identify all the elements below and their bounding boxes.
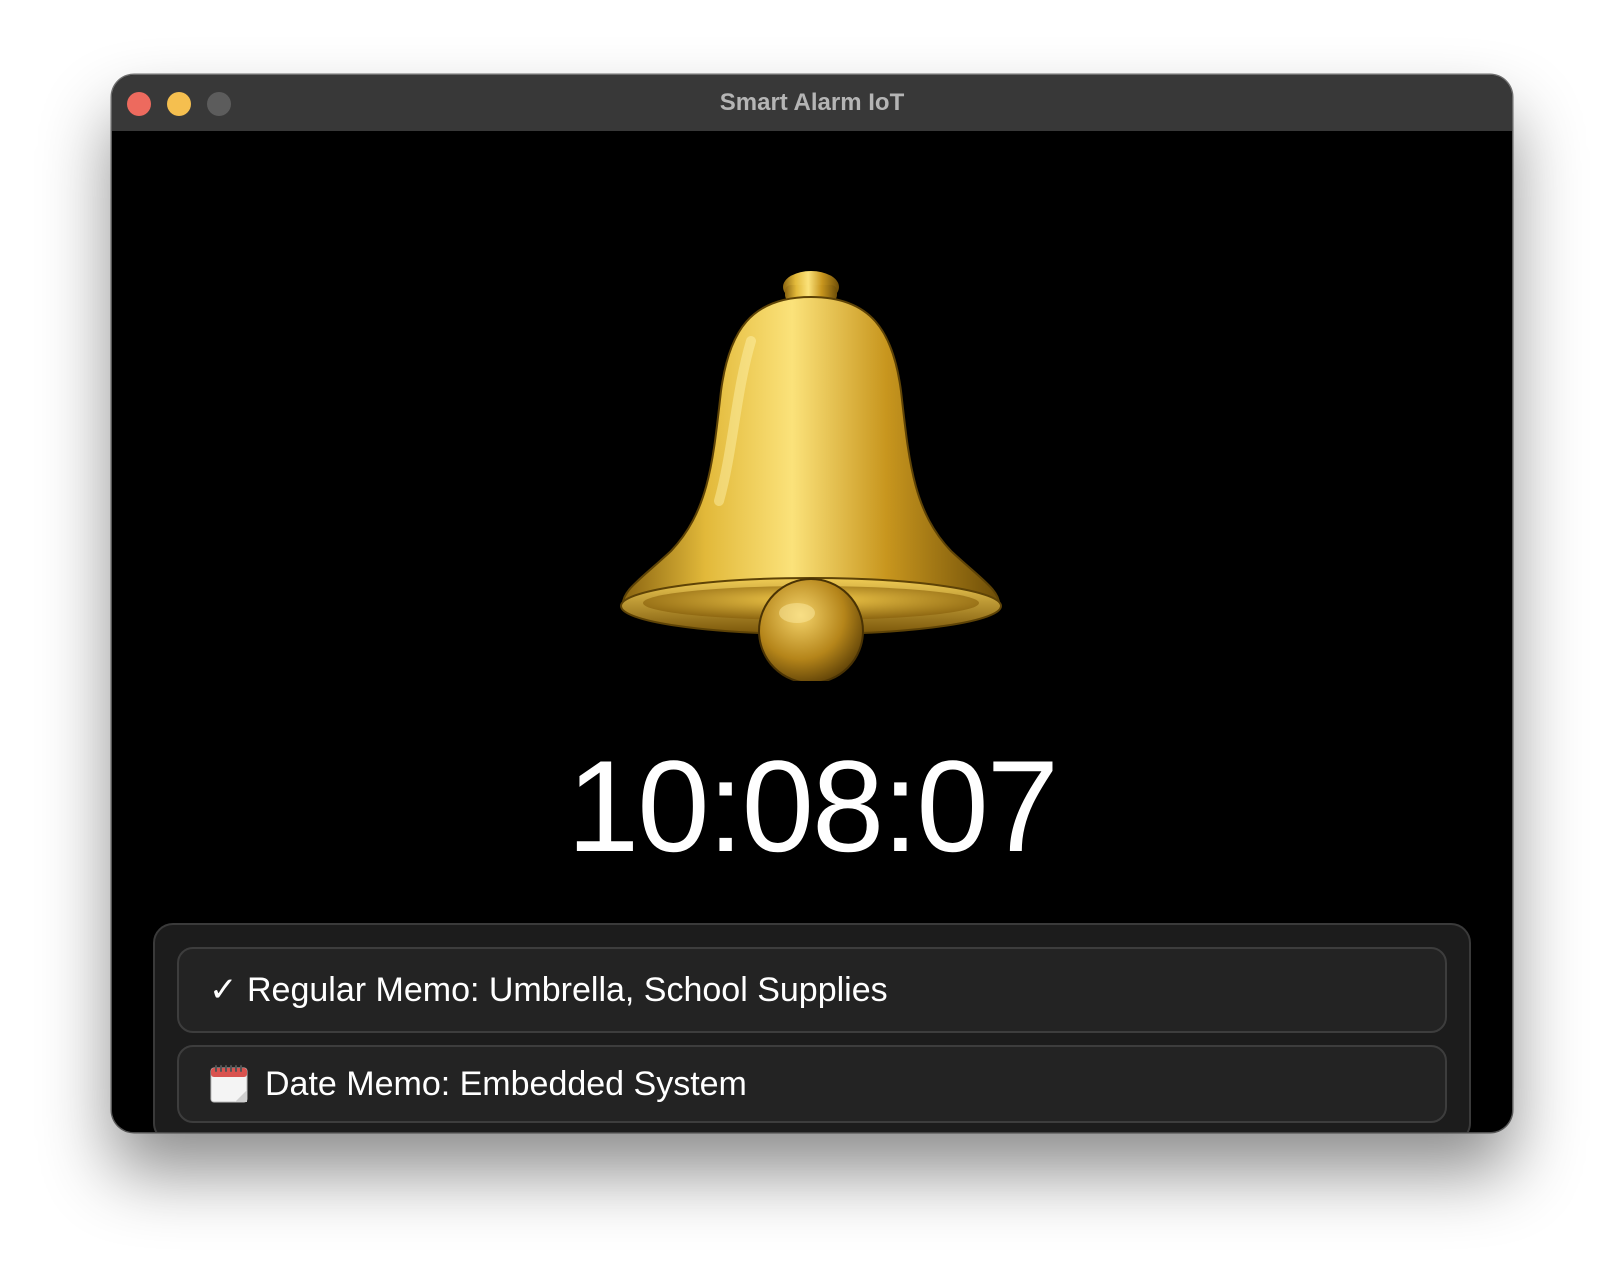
regular-memo-row[interactable]: ✓ Regular Memo: Umbrella, School Supplie… bbox=[177, 947, 1447, 1033]
app-window: Smart Alarm IoT 10:08:07 ✓ Regular Memo:… bbox=[112, 75, 1512, 1132]
memo-panel: ✓ Regular Memo: Umbrella, School Supplie… bbox=[153, 923, 1471, 1132]
calendar-icon bbox=[210, 1065, 248, 1103]
date-memo-row[interactable]: Date Memo: Embedded System bbox=[177, 1045, 1447, 1123]
bell-icon bbox=[620, 271, 1002, 681]
date-memo-text: Date Memo: Embedded System bbox=[265, 1064, 747, 1103]
main-content: 10:08:07 ✓ Regular Memo: Umbrella, Schoo… bbox=[112, 131, 1512, 1132]
checkmark-icon: ✓ bbox=[209, 971, 238, 1009]
title-bar[interactable]: Smart Alarm IoT bbox=[112, 75, 1512, 132]
window-title: Smart Alarm IoT bbox=[719, 89, 905, 116]
regular-memo-text: Regular Memo: Umbrella, School Supplies bbox=[247, 970, 888, 1009]
clock-time: 10:08:07 bbox=[566, 733, 1059, 879]
